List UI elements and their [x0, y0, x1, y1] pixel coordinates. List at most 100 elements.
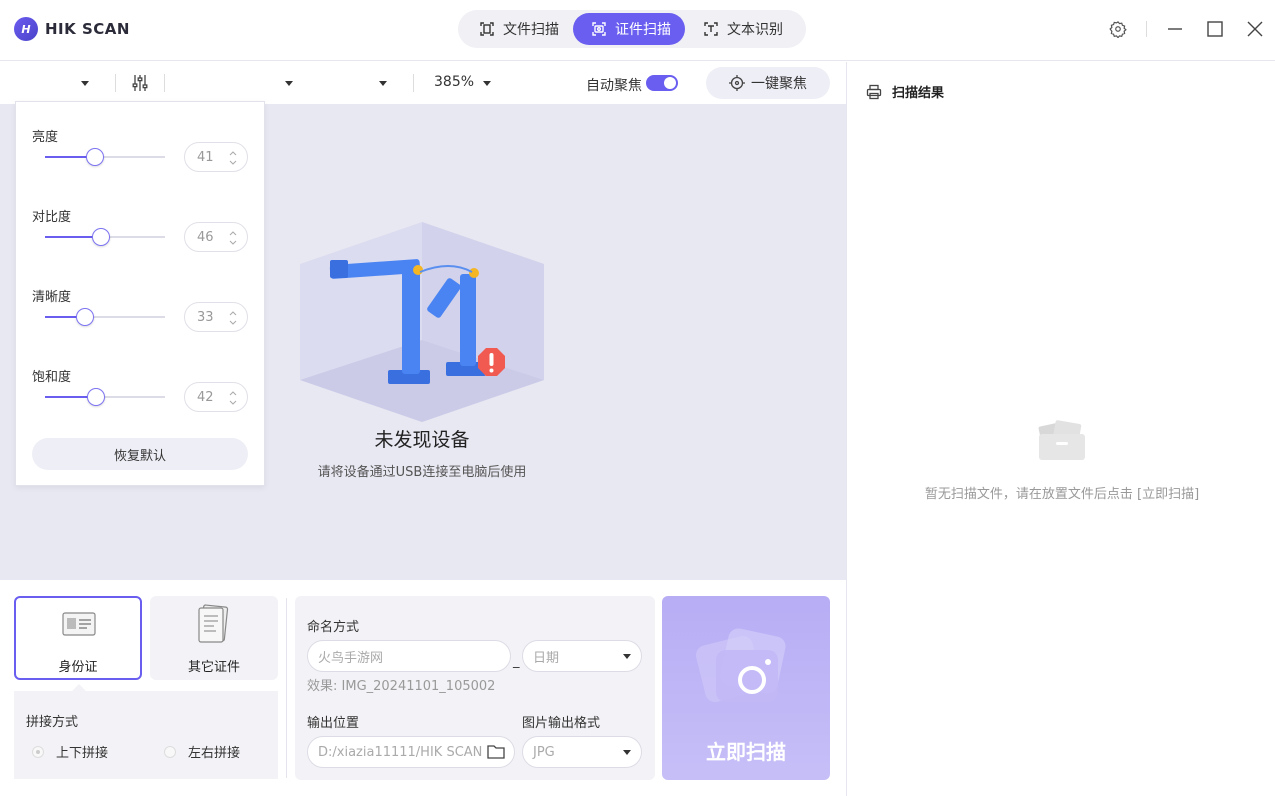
result-empty-text: 暂无扫描文件，请在放置文件后点击 [立即扫描]: [924, 487, 1200, 502]
printer-icon: [866, 84, 882, 99]
resolution-dropdown[interactable]: [282, 76, 296, 90]
no-device-description: 请将设备通过USB连接至电脑后使用: [317, 465, 527, 480]
output-path-value: D:/xiazia11111/HIK SCAN: [318, 744, 483, 760]
date-format-select[interactable]: 日期: [522, 640, 642, 672]
tab-document-scan[interactable]: 文件扫描: [461, 13, 573, 45]
caret-down-icon: [483, 80, 491, 86]
selection-pointer: [72, 684, 86, 691]
close-button[interactable]: [1235, 14, 1275, 44]
name-prefix-input[interactable]: 火鸟手游网: [307, 640, 511, 672]
caret-down-icon: [81, 80, 89, 86]
window-controls-divider: [1146, 21, 1147, 37]
one-click-focus-button[interactable]: 一键聚焦: [706, 67, 830, 99]
stepper-value: 42: [197, 390, 214, 405]
toggle-knob: [664, 77, 676, 89]
tab-label: 证件扫描: [615, 22, 671, 38]
arrow-down-icon[interactable]: [229, 160, 237, 166]
document-icon: [198, 604, 229, 643]
scan-now-button[interactable]: 立即扫描: [662, 596, 830, 780]
arrow-up-icon[interactable]: [229, 150, 237, 156]
stitch-options: 拼接方式 上下拼接 左右拼接: [14, 691, 278, 779]
caret-down-icon: [623, 653, 631, 659]
arrow-up-icon[interactable]: [229, 310, 237, 316]
name-separator: _: [513, 654, 520, 669]
id-type-label: 身份证: [58, 660, 98, 675]
contrast-slider[interactable]: [45, 228, 165, 246]
tab-label: 文件扫描: [503, 22, 559, 38]
empty-folder-icon: [1038, 420, 1085, 460]
maximize-icon: [1207, 21, 1223, 37]
stepper-value: 33: [197, 310, 214, 325]
adjust-button[interactable]: [131, 74, 149, 92]
id-type-id-card[interactable]: 身份证: [14, 596, 142, 680]
arrow-up-icon[interactable]: [229, 390, 237, 396]
slider-knob[interactable]: [87, 388, 105, 406]
title-bar: H HIK SCAN 文件扫描 证件扫描 文本识别: [0, 0, 1275, 61]
slider-knob[interactable]: [92, 228, 110, 246]
contrast-stepper[interactable]: 46: [184, 222, 248, 252]
radio-label: 上下拼接: [56, 746, 109, 761]
format-label: 图片输出格式: [522, 716, 601, 731]
scan-now-label: 立即扫描: [706, 740, 786, 764]
minimize-button[interactable]: [1155, 14, 1195, 44]
auto-focus-label: 自动聚焦: [586, 78, 642, 94]
arrow-down-icon[interactable]: [229, 400, 237, 406]
radio-vertical-stitch[interactable]: 上下拼接: [32, 742, 108, 761]
brightness-slider[interactable]: [45, 148, 165, 166]
sharpness-slider[interactable]: [45, 308, 165, 326]
tab-label: 文本识别: [727, 22, 783, 38]
select-value: JPG: [533, 744, 555, 760]
stepper-value: 46: [197, 230, 214, 245]
radio-indicator: [32, 745, 44, 758]
zoom-dropdown[interactable]: [480, 76, 494, 90]
select-value: 日期: [533, 650, 560, 666]
arrow-down-icon[interactable]: [229, 240, 237, 246]
id-type-label: 其它证件: [187, 660, 240, 675]
folder-icon[interactable]: [487, 744, 505, 759]
color-mode-dropdown[interactable]: [376, 76, 390, 90]
saturation-slider[interactable]: [45, 388, 165, 406]
radio-horizontal-stitch[interactable]: 左右拼接: [164, 742, 240, 761]
no-device-illustration: [300, 222, 544, 422]
maximize-button[interactable]: [1195, 14, 1235, 44]
close-icon: [1247, 21, 1263, 37]
preview-toolbar: 385% 自动聚焦 一键聚焦: [0, 62, 846, 104]
slider-knob[interactable]: [86, 148, 104, 166]
brand: H HIK SCAN: [14, 16, 130, 42]
naming-panel: 命名方式 火鸟手游网 _ 日期 效果: IMG_20241101_105002 …: [295, 596, 655, 780]
gear-icon: [1109, 21, 1127, 38]
minimize-icon: [1168, 28, 1182, 30]
hik-scan-app: H HIK SCAN 文件扫描 证件扫描 文本识别 385% 自动聚焦 一键聚焦…: [0, 0, 1275, 796]
auto-focus-toggle[interactable]: [646, 75, 678, 91]
sharpness-label: 清晰度: [32, 290, 72, 305]
settings-button[interactable]: [1098, 14, 1138, 44]
tab-text-recognition[interactable]: 文本识别: [685, 13, 797, 45]
output-path-input[interactable]: D:/xiazia11111/HIK SCAN: [307, 736, 515, 768]
id-card-icon: [62, 612, 96, 636]
arrow-up-icon[interactable]: [229, 230, 237, 236]
image-adjust-panel: 亮度 41 对比度 46 清晰度 33 饱和度 42 恢复默认: [15, 101, 265, 486]
slider-knob[interactable]: [76, 308, 94, 326]
window-controls: [1098, 14, 1275, 44]
saturation-stepper[interactable]: 42: [184, 382, 248, 412]
stitch-title: 拼接方式: [26, 715, 79, 730]
contrast-control: 对比度 46: [32, 206, 252, 252]
result-title: 扫描结果: [892, 86, 945, 101]
toolbar-divider: [115, 74, 116, 92]
id-type-other[interactable]: 其它证件: [150, 596, 278, 680]
text-recognition-icon: [704, 22, 718, 36]
mode-tabs: 文件扫描 证件扫描 文本识别: [458, 10, 806, 48]
caret-down-icon: [623, 749, 631, 755]
brightness-stepper[interactable]: 41: [184, 142, 248, 172]
crosshair-icon: [729, 75, 745, 91]
tab-id-scan[interactable]: 证件扫描: [573, 13, 685, 45]
contrast-label: 对比度: [32, 210, 72, 225]
reset-default-button[interactable]: 恢复默认: [32, 438, 248, 470]
one-click-focus-label: 一键聚焦: [751, 76, 807, 92]
sharpness-stepper[interactable]: 33: [184, 302, 248, 332]
arrow-down-icon[interactable]: [229, 320, 237, 326]
brightness-control: 亮度 41: [32, 126, 252, 172]
device-select-dropdown[interactable]: [78, 76, 92, 90]
image-format-select[interactable]: JPG: [522, 736, 642, 768]
toolbar-divider: [164, 74, 165, 92]
